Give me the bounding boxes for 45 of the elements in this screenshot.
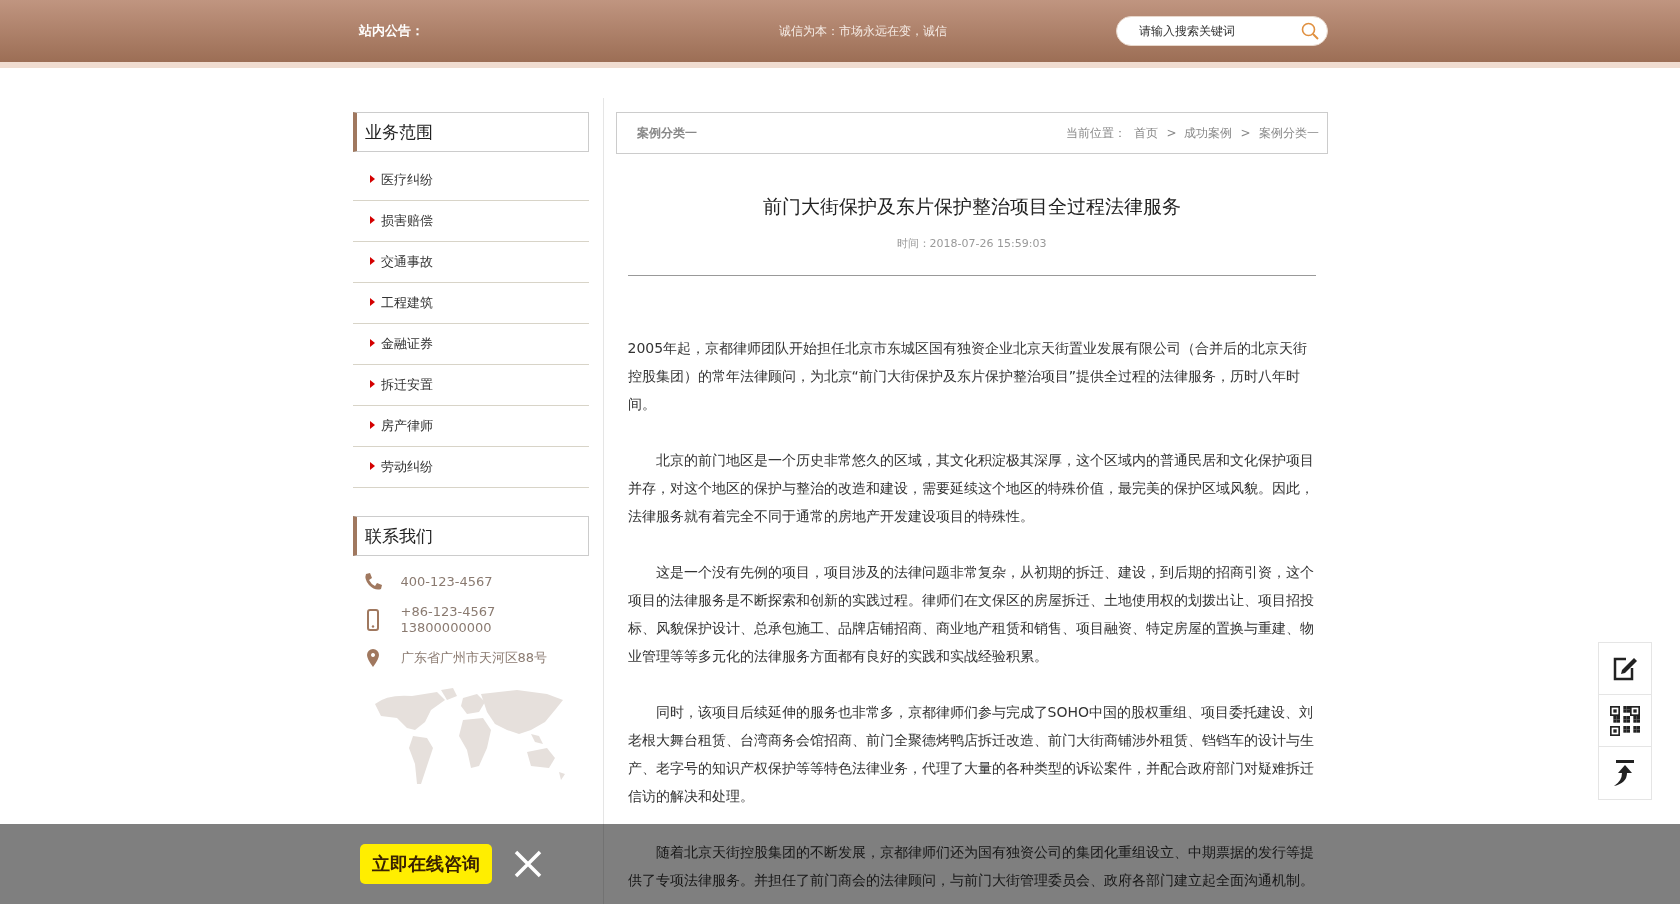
category-link[interactable]: 医疗纠纷 xyxy=(352,160,589,201)
triangle-icon xyxy=(369,421,375,429)
category-link[interactable]: 损害赔偿 xyxy=(352,201,589,242)
consult-button[interactable]: 立即在线咨询 xyxy=(359,844,492,884)
paragraph: 北京的前门地区是一个历史非常悠久的区域，其文化积淀极其深厚，这个区域内的普通民居和文化保护项目并存，对这个地区的保护与整治的改造和建设，需要延续这个地区的特殊价值，最完美的保护区域风貌。因此，法律服务就有着完全不同于通常的房地产开发建设项目的特殊性。 xyxy=(627,451,1315,526)
paragraph: 同时，该项目后续延伸的服务也非常多，京都律师们参与完成了SOHO中国的股权重组、项目委托建设、刘老根大舞台租赁、台湾商务会馆招商、前门全聚德烤鸭店拆迁改造、前门大街商铺涉外租赁、铛铛车的设计与生产、老字号的知识产权保护等等特色法律业务，代理了大量的各种类型的诉讼案件，并配合政府部门对疑难拆迁信访的解决和处理。 xyxy=(627,703,1315,806)
category-link[interactable]: 房产律师 xyxy=(352,406,589,447)
breadcrumb-link[interactable]: 成功案例 xyxy=(1184,124,1233,142)
section-heading: 联系我们 xyxy=(352,516,589,556)
triangle-icon xyxy=(369,380,375,388)
category-title: 案例分类一 xyxy=(636,124,697,142)
phone-icon xyxy=(362,572,383,592)
qr-code-icon xyxy=(1610,705,1640,736)
article-title: 前门大街保护及东片保护整治项目全过程法律服务 xyxy=(761,194,1182,219)
notice-label: 站内公告： xyxy=(357,22,425,40)
triangle-icon xyxy=(369,216,375,224)
category-link[interactable]: 拆迁安置 xyxy=(352,365,589,406)
breadcrumb-separator: > xyxy=(1166,126,1177,140)
section-heading: 业务范围 xyxy=(352,112,589,152)
edit-icon xyxy=(1612,655,1638,682)
category-link[interactable]: 金融证券 xyxy=(352,324,589,365)
breadcrumb-link[interactable]: 首页 xyxy=(1134,124,1159,142)
paragraph: 2005年起，京都律师团队开始担任北京市东城区国有独资企业北京天街置业发展有限公司（合并后的北京天街控股集团）的常年法律顾问，为北京“前门大街保护及东片保护整治项目”提供全过程的法律服务，历时八年时间。 xyxy=(627,339,1309,414)
triangle-icon xyxy=(369,339,375,347)
contact-text: 400-123-4567 xyxy=(400,574,493,590)
close-icon xyxy=(513,850,542,878)
contact-text: +86-123-4567 13800000000 xyxy=(400,604,496,636)
breadcrumb-link[interactable]: 案例分类一 xyxy=(1258,124,1319,142)
category-link[interactable]: 工程建筑 xyxy=(352,283,589,324)
search-icon[interactable] xyxy=(1300,22,1319,40)
contact-text: 广东省广州市天河区88号 xyxy=(400,650,548,666)
search-field[interactable]: 请输入搜索关键词 xyxy=(1115,16,1328,46)
publish-time: 时间：2018-07-26 15:59:03 xyxy=(627,236,1316,276)
close-button[interactable] xyxy=(513,850,542,878)
triangle-icon xyxy=(369,298,375,306)
category-link[interactable]: 劳动纠纷 xyxy=(352,447,589,488)
breadcrumb-separator: > xyxy=(1240,126,1251,140)
notice-text: 诚信为本：市场永远在变，诚信 xyxy=(778,22,948,40)
triangle-icon xyxy=(369,175,375,183)
paragraph: 随着北京天街控股集团的不断发展，京都律师们还为国有独资公司的集团化重组设立、中期票据的发行等提供了专项法律服务。并担任了前门商会的法律顾问，与前门大街管理委员会、政府各部门建立起全面沟通机制。 xyxy=(627,843,1315,890)
triangle-icon xyxy=(369,462,375,470)
triangle-icon xyxy=(369,257,375,265)
category-link[interactable]: 交通事故 xyxy=(352,242,589,283)
paragraph: 这是一个没有先例的项目，项目涉及的法律问题非常复杂，从初期的拆迁、建设，到后期的招商引资，这个项目的法律服务是不断探索和创新的实践过程。律师们在文保区的房屋拆迁、土地使用权的划拨出让、项目招投标、风貌保护设计、总承包施工、品牌店铺招商、商业地产租赁和销售、项目融资、特定房屋的置换与重建、物业管理等等多元化的法律服务方面都有良好的实践和实战经验积累。 xyxy=(627,563,1315,666)
location-label: 当前位置： xyxy=(1066,124,1127,142)
